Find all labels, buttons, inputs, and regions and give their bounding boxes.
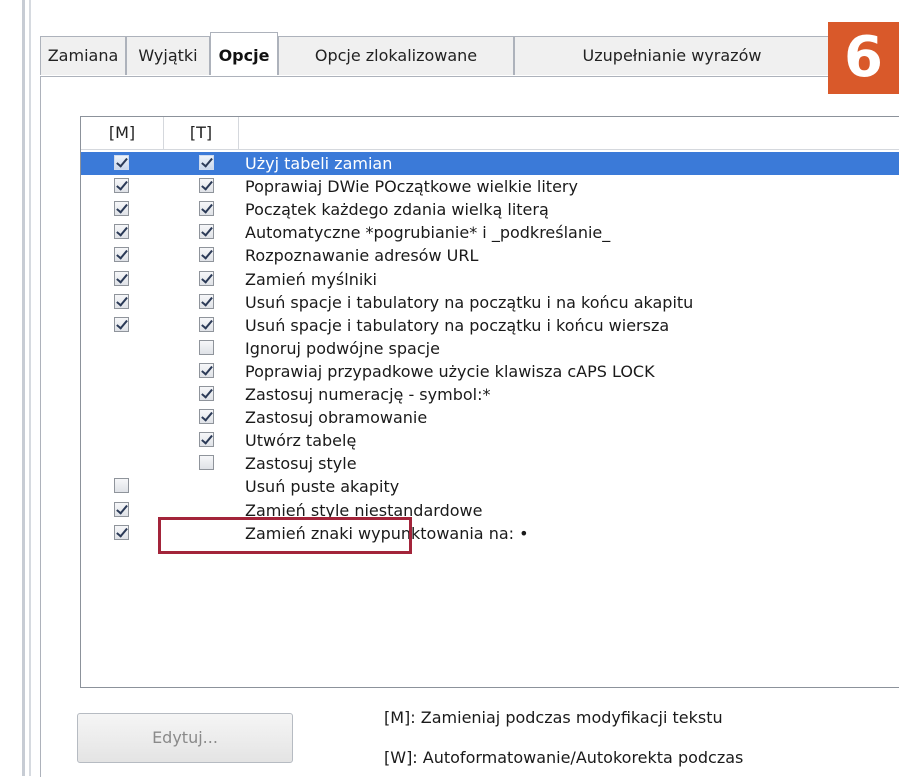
option-label: Usuń spacje i tabulatory na początku i k…: [245, 315, 670, 335]
tab-opcje-zlokalizowane[interactable]: Opcje zlokalizowane: [278, 36, 514, 75]
checkbox-t[interactable]: [199, 178, 214, 194]
legend-m: [M]: Zamieniaj podczas modyfikacji tekst…: [384, 708, 723, 727]
option-label: Zastosuj obramowanie: [245, 408, 428, 428]
option-row[interactable]: Zastosuj obramowanie: [81, 406, 899, 429]
checkbox-t[interactable]: [199, 455, 214, 471]
option-row[interactable]: Rozpoznawanie adresów URL: [81, 244, 899, 267]
checkbox-m[interactable]: [114, 501, 129, 517]
option-label: Poprawiaj przypadkowe użycie klawisza cA…: [245, 361, 655, 381]
option-label: Utwórz tabelę: [245, 431, 357, 451]
option-row[interactable]: Automatyczne *pogrubianie* i _podkreślan…: [81, 221, 899, 244]
option-label: Usuń puste akapity: [245, 477, 400, 497]
checkbox-t[interactable]: [199, 409, 214, 425]
checkbox-t[interactable]: [199, 270, 214, 286]
option-row[interactable]: Usuń spacje i tabulatory na początku i k…: [81, 314, 899, 337]
tab-opcje[interactable]: Opcje: [210, 32, 278, 75]
list-header: [M] [T]: [81, 117, 899, 150]
option-label: Użyj tabeli zamian: [245, 154, 393, 173]
option-row[interactable]: Ignoruj podwójne spacje: [81, 337, 899, 360]
edit-button[interactable]: Edytuj...: [77, 713, 293, 763]
legend-w: [W]: Autoformatowanie/Autokorekta podcza…: [384, 748, 744, 767]
checkbox-m[interactable]: [114, 270, 129, 286]
checkbox-m[interactable]: [114, 201, 129, 217]
checkbox-m[interactable]: [114, 247, 129, 263]
tab-zamiana[interactable]: Zamiana: [40, 36, 126, 75]
window-border: [22, 0, 25, 776]
checkbox-m[interactable]: [114, 155, 129, 170]
option-label: Usuń spacje i tabulatory na początku i n…: [245, 292, 694, 312]
checkbox-m[interactable]: [114, 524, 129, 540]
option-row[interactable]: Początek każdego zdania wielką literą: [81, 198, 899, 221]
option-label: Poprawiaj DWie POczątkowe wielkie litery: [245, 177, 578, 197]
checkbox-t[interactable]: [199, 316, 214, 332]
option-row[interactable]: Poprawiaj DWie POczątkowe wielkie litery: [81, 175, 899, 198]
option-label: Początek każdego zdania wielką literą: [245, 200, 549, 220]
checkbox-m[interactable]: [114, 178, 129, 194]
step-number-badge: 6: [828, 22, 899, 94]
checkbox-t[interactable]: [199, 362, 214, 378]
checkbox-t[interactable]: [199, 339, 214, 355]
option-row[interactable]: Zastosuj numerację - symbol:*: [81, 383, 899, 406]
checkbox-m[interactable]: [114, 478, 129, 494]
checkbox-m[interactable]: [114, 224, 129, 240]
option-row[interactable]: Poprawiaj przypadkowe użycie klawisza cA…: [81, 360, 899, 383]
highlight-box: [158, 517, 412, 554]
tab-wyjatki[interactable]: Wyjątki: [126, 36, 210, 75]
option-row[interactable]: Utwórz tabelę: [81, 429, 899, 452]
option-row[interactable]: Użyj tabeli zamian: [81, 152, 899, 175]
checkbox-t[interactable]: [199, 224, 214, 240]
checkbox-t[interactable]: [199, 201, 214, 217]
window-left-edge: [0, 0, 22, 776]
checkbox-m[interactable]: [114, 316, 129, 332]
option-label: Zastosuj numerację - symbol:*: [245, 385, 491, 404]
option-row[interactable]: Zastosuj style: [81, 452, 899, 475]
option-row[interactable]: Usuń puste akapity: [81, 475, 899, 498]
checkbox-t[interactable]: [199, 432, 214, 448]
checkbox-t[interactable]: [199, 293, 214, 309]
option-label: Ignoruj podwójne spacje: [245, 338, 440, 358]
option-row[interactable]: Zamień myślniki: [81, 268, 899, 291]
checkbox-t[interactable]: [199, 386, 214, 401]
option-label: Zamień myślniki: [245, 269, 377, 289]
option-label: Rozpoznawanie adresów URL: [245, 246, 479, 266]
option-row[interactable]: Usuń spacje i tabulatory na początku i n…: [81, 291, 899, 314]
column-header-m[interactable]: [M]: [81, 117, 164, 149]
column-header-t[interactable]: [T]: [164, 117, 239, 149]
tab-uzupelnianie-wyrazow[interactable]: Uzupełnianie wyrazów: [514, 36, 830, 75]
checkbox-t[interactable]: [199, 247, 214, 263]
checkbox-t[interactable]: [199, 155, 214, 170]
option-label: Automatyczne *pogrubianie* i _podkreślan…: [245, 223, 611, 243]
autocorrect-options-list[interactable]: [M] [T] Użyj tabeli zamian Poprawiaj DWie…: [80, 116, 899, 688]
checkbox-m[interactable]: [114, 293, 129, 309]
option-label: Zastosuj style: [245, 454, 357, 474]
